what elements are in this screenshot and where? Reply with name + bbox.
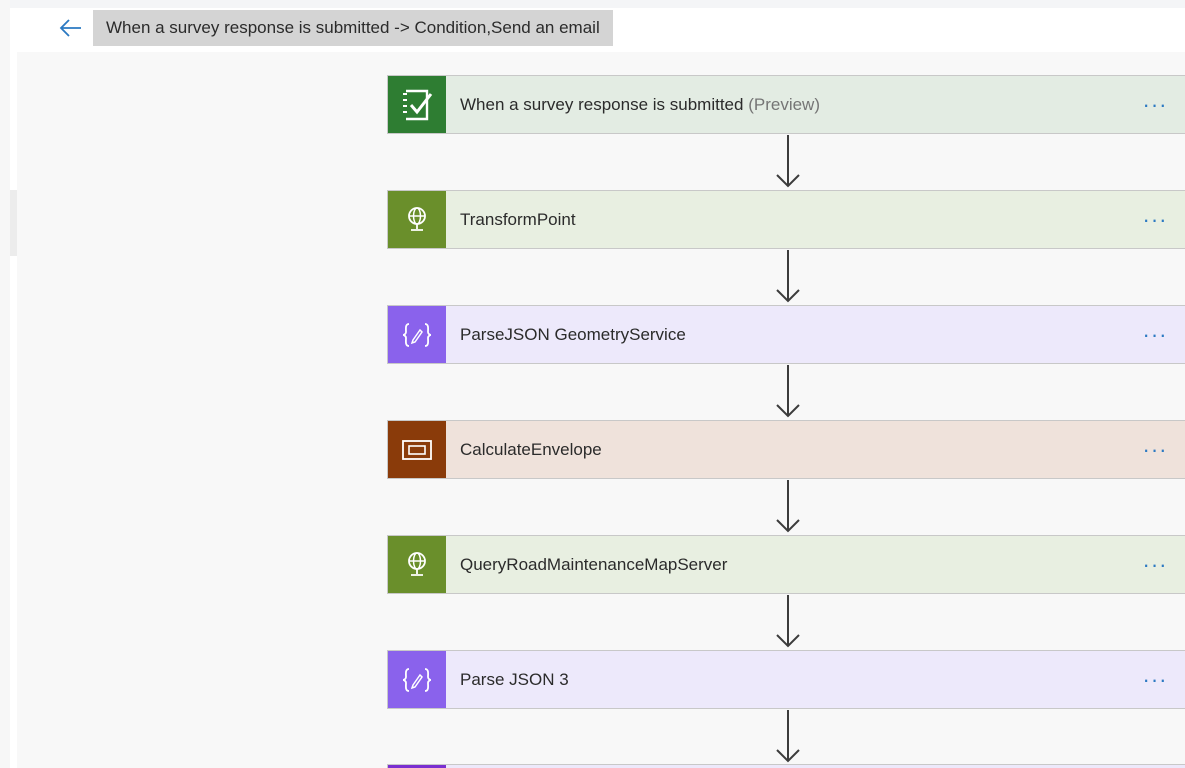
flow-step-parse-json-3[interactable]: Parse JSON 3 ···	[387, 650, 1185, 709]
flow-title: When a survey response is submitted -> C…	[93, 10, 613, 46]
more-options-button[interactable]: ···	[1135, 651, 1175, 708]
more-options-button[interactable]: ···	[1135, 191, 1175, 248]
step-title: QueryRoadMaintenanceMapServer	[460, 555, 728, 574]
step-title: CalculateEnvelope	[460, 440, 602, 459]
globe-icon	[388, 536, 446, 593]
envelope-rectangle-icon	[388, 421, 446, 478]
connector-arrow	[776, 250, 800, 303]
more-options-button[interactable]: ···	[1135, 76, 1175, 133]
connector-arrow	[776, 135, 800, 188]
connector-arrow	[776, 710, 800, 763]
forms-checklist-icon	[388, 76, 446, 133]
flow-step-calculate-envelope[interactable]: CalculateEnvelope ···	[387, 420, 1185, 479]
left-edge	[0, 0, 10, 768]
arrow-left-icon	[59, 19, 81, 37]
connector-arrow	[776, 365, 800, 418]
flow-step-partial[interactable]	[387, 764, 1185, 768]
step-title: ParseJSON GeometryService	[460, 325, 686, 344]
json-braces-icon	[388, 306, 446, 363]
connector-arrow	[776, 595, 800, 648]
left-edge-marker	[10, 190, 17, 256]
flow-step-transform-point[interactable]: TransformPoint ···	[387, 190, 1185, 249]
more-options-button[interactable]: ···	[1135, 536, 1175, 593]
flow-designer: When a survey response is submitted -> C…	[0, 0, 1185, 768]
step-title: When a survey response is submitted (Pre…	[460, 95, 820, 114]
globe-icon	[388, 191, 446, 248]
back-button[interactable]	[56, 14, 86, 42]
more-options-button[interactable]: ···	[1135, 306, 1175, 363]
step-title: TransformPoint	[460, 210, 576, 229]
flow-step-survey-trigger[interactable]: When a survey response is submitted (Pre…	[387, 75, 1185, 134]
json-braces-icon	[388, 651, 446, 708]
more-options-button[interactable]: ···	[1135, 421, 1175, 478]
top-strip	[0, 0, 1185, 8]
preview-tag: (Preview)	[748, 95, 820, 114]
step-title: Parse JSON 3	[460, 670, 569, 689]
header: When a survey response is submitted -> C…	[0, 8, 1185, 48]
connector-arrow	[776, 480, 800, 533]
flow-step-parse-json-geometry[interactable]: ParseJSON GeometryService ···	[387, 305, 1185, 364]
flow-step-query-road-maintenance[interactable]: QueryRoadMaintenanceMapServer ···	[387, 535, 1185, 594]
